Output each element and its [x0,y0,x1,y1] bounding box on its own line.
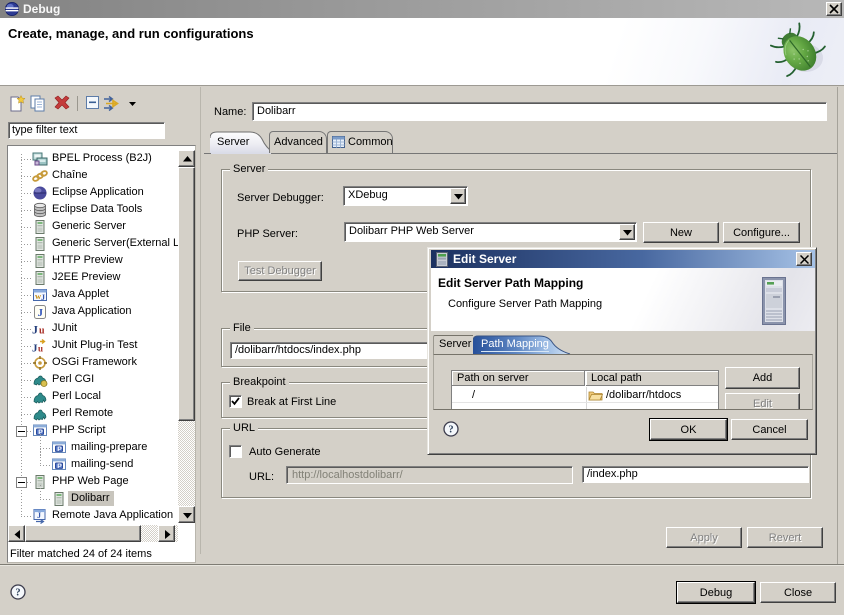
svg-text:u: u [39,326,45,337]
svg-text:J: J [38,307,44,319]
svg-text:?: ? [448,425,453,436]
svg-text:P: P [57,446,62,453]
svg-text:P: P [57,463,62,470]
svg-text:?: ? [15,588,20,599]
svg-text:J: J [41,293,45,302]
svg-text:J: J [37,511,41,520]
svg-text:u: u [38,344,43,354]
svg-text:J: J [32,323,38,337]
